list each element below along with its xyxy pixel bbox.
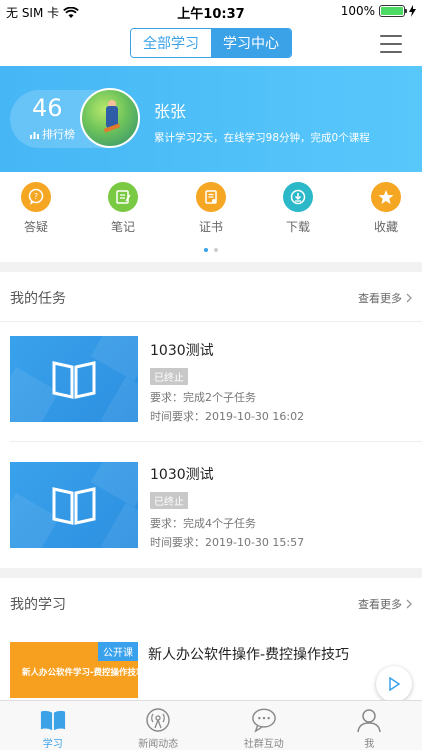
section-title: 我的学习	[10, 597, 66, 613]
broadcast-icon	[145, 707, 171, 733]
chevron-right-icon	[406, 293, 412, 303]
task-thumbnail	[10, 336, 138, 422]
quick-action-favorites[interactable]: 收藏	[356, 182, 416, 235]
tab-me[interactable]: 我	[317, 701, 422, 750]
chat-bubble-icon	[251, 707, 277, 733]
battery-percent: 100%	[340, 4, 375, 18]
profile-banner: 46 排行榜 张张 累计学习2天，在线学习98分钟，完成0个课程	[0, 66, 422, 172]
user-name: 张张	[154, 102, 187, 121]
play-button[interactable]	[376, 666, 412, 702]
rank-label-text: 排行榜	[42, 128, 75, 141]
tab-label: 学习	[42, 739, 63, 750]
task-time: 时间要求：2019-10-30 15:57	[150, 536, 305, 549]
task-item[interactable]: 1030测试 已终止 要求：完成2个子任务 时间要求：2019-10-30 16…	[0, 322, 422, 447]
tasks-more-link[interactable]: 查看更多	[358, 290, 412, 306]
person-icon	[356, 707, 382, 733]
battery-icon	[379, 5, 407, 17]
certificate-icon	[196, 182, 226, 212]
play-icon	[389, 677, 401, 691]
tab-label: 新闻动态	[138, 739, 179, 750]
nav-bar: 全部学习 学习中心	[0, 22, 422, 66]
question-chat-icon: ?	[21, 182, 51, 212]
tasks-header: 我的任务 查看更多	[0, 272, 422, 322]
quick-action-notes[interactable]: 笔记	[93, 182, 153, 235]
quick-action-certificate[interactable]: 证书	[181, 182, 241, 235]
divider	[10, 441, 422, 442]
course-title[interactable]: 新人办公软件操作-费控操作技巧	[148, 644, 349, 664]
page-indicator	[0, 248, 422, 252]
bar-chart-icon	[30, 131, 39, 139]
task-time: 时间要求：2019-10-30 16:02	[150, 410, 305, 423]
book-icon	[40, 707, 66, 733]
thumbnail-caption: 新人办公软件学习-费控操作技巧	[22, 668, 138, 678]
quick-action-label: 证书	[198, 220, 223, 234]
quick-actions: ? 答疑 笔记 证书 下载 收藏	[0, 172, 422, 262]
quick-action-label: 收藏	[373, 220, 398, 234]
segmented-control: 全部学习 学习中心	[130, 28, 292, 58]
page-dot	[204, 248, 208, 252]
star-icon	[371, 182, 401, 212]
download-icon	[283, 182, 313, 212]
hamburger-icon[interactable]	[380, 35, 402, 53]
tasks-section: 我的任务 查看更多 1030测试 已终止 要求：完成2个子任务 时间要求：201…	[0, 272, 422, 568]
segment-all-learning[interactable]: 全部学习	[131, 29, 211, 57]
study-more-link[interactable]: 查看更多	[358, 596, 412, 612]
study-header: 我的学习 查看更多	[0, 578, 422, 628]
task-title: 1030测试	[150, 343, 214, 359]
open-course-tag: 公开课	[98, 642, 138, 661]
quick-action-label: 答疑	[23, 220, 48, 234]
task-title: 1030测试	[150, 467, 214, 483]
quick-action-label: 笔记	[110, 220, 135, 234]
book-icon	[52, 361, 96, 399]
segment-learning-center[interactable]: 学习中心	[211, 29, 291, 57]
charging-bolt-icon	[409, 5, 416, 17]
tab-community[interactable]: 社群互动	[211, 701, 317, 750]
task-requirement: 要求：完成2个子任务	[150, 391, 256, 404]
status-right: 100%	[341, 4, 416, 18]
svg-text:?: ?	[34, 192, 38, 201]
rank-value: 46	[32, 94, 63, 122]
section-title: 我的任务	[10, 291, 66, 307]
task-item[interactable]: 1030测试 已终止 要求：完成4个子任务 时间要求：2019-10-30 15…	[0, 444, 422, 569]
status-badge: 已终止	[150, 492, 188, 509]
avatar[interactable]	[80, 88, 140, 148]
book-icon	[52, 487, 96, 525]
page-dot	[214, 248, 218, 252]
status-badge: 已终止	[150, 368, 188, 385]
course-thumbnail[interactable]: 公开课 新人办公软件学习-费控操作技巧	[10, 642, 138, 698]
tab-bar: 学习 新闻动态 社群互动 我	[0, 700, 422, 750]
task-thumbnail	[10, 462, 138, 548]
user-stats: 累计学习2天，在线学习98分钟，完成0个课程	[154, 132, 370, 144]
tab-label: 社群互动	[243, 739, 284, 750]
more-label: 查看更多	[358, 598, 402, 611]
tab-news[interactable]: 新闻动态	[106, 701, 212, 750]
quick-action-qa[interactable]: ? 答疑	[6, 182, 66, 235]
more-label: 查看更多	[358, 292, 402, 305]
status-bar: 无 SIM 卡 上午10:37 100%	[0, 0, 422, 22]
chevron-right-icon	[406, 599, 412, 609]
task-requirement: 要求：完成4个子任务	[150, 517, 256, 530]
tab-learning[interactable]: 学习	[0, 701, 106, 750]
rank-link[interactable]: 排行榜	[30, 126, 75, 142]
note-icon	[108, 182, 138, 212]
quick-action-download[interactable]: 下载	[268, 182, 328, 235]
tab-label: 我	[364, 739, 375, 750]
quick-action-label: 下载	[285, 220, 310, 234]
